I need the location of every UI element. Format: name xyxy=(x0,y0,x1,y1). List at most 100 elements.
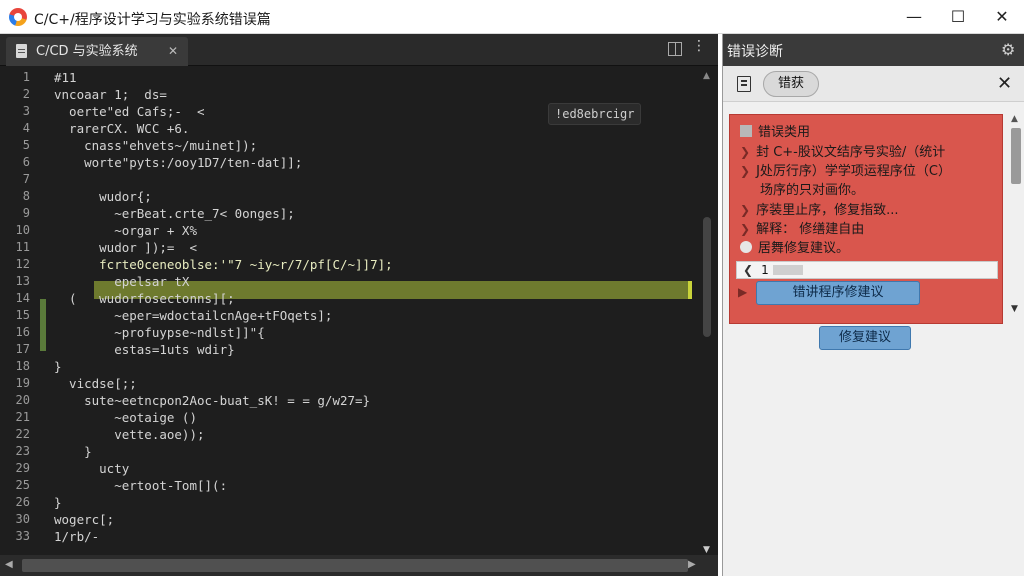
tab-errors[interactable]: 错获 xyxy=(763,71,819,97)
panel-title: 错误诊断 xyxy=(727,44,783,60)
line-number: 30 xyxy=(15,512,30,526)
hscroll-thumb[interactable] xyxy=(22,559,688,572)
error-line: ❯ 解释： 修缮建自由 xyxy=(740,222,865,237)
more-options-icon[interactable]: ⋮ xyxy=(692,38,706,54)
panel-close-icon[interactable]: ✕ xyxy=(997,73,1012,94)
line-number-input[interactable]: ❮ 1 xyxy=(736,261,998,279)
code-line: ucty xyxy=(54,461,130,476)
line-number: 10 xyxy=(15,223,30,237)
code-line: epelsar tX xyxy=(54,274,190,289)
code-line: wudor ]);= < xyxy=(54,240,197,255)
scroll-right-icon[interactable]: ▶ xyxy=(688,559,696,570)
code-line: estas=1uts wdir} xyxy=(54,342,235,357)
fix-suggestion-button[interactable]: 修复建议 xyxy=(819,326,911,350)
line-number: 12 xyxy=(15,257,30,271)
line-number: 29 xyxy=(15,461,30,475)
error-line: ❯ 序装里止序，修复指致... xyxy=(740,203,899,218)
checkbox-icon[interactable] xyxy=(740,125,752,137)
line-number: 7 xyxy=(22,172,30,186)
editor-tab-label: C/CD 与实验系统 xyxy=(36,44,138,59)
line-number: 17 xyxy=(15,342,30,356)
code-line: ~ertoot-Tom[](: xyxy=(54,478,228,493)
code-line: fcrte0ceneoblse:'"7 ~iy~r/7/pf[C/~]]7]; xyxy=(54,257,393,272)
scroll-up-icon[interactable]: ▲ xyxy=(1011,114,1018,124)
code-line: ( wudorfosectonns][; xyxy=(54,291,235,306)
scroll-down-icon[interactable]: ▼ xyxy=(703,545,710,555)
line-number: 14 xyxy=(15,291,30,305)
error-line: ❯ J处厉行序）学学项运程序位（C） xyxy=(740,164,951,179)
chevron-right-icon[interactable]: ❯ xyxy=(740,145,750,159)
error-details-box: 错误类用 ❯ 封 C+-股议文结序号实验/（统计 ❯ J处厉行序）学学项运程序位（C… xyxy=(729,114,1003,324)
line-number: 4 xyxy=(22,121,30,135)
scroll-thumb[interactable] xyxy=(703,217,711,337)
code-line: ~eotaige () xyxy=(54,410,197,425)
maximize-button[interactable]: ☐ xyxy=(936,0,980,34)
radio-icon[interactable] xyxy=(740,241,752,253)
line-number: 11 xyxy=(15,240,30,254)
close-icon: ✕ xyxy=(995,7,1009,26)
panel-tab-bar: 错获 ✕ xyxy=(723,66,1024,102)
explain-fix-button[interactable]: 错讲程序修建议 xyxy=(756,281,920,305)
code-area[interactable]: 1 2 3 4 5 6 7 8 9 10 11 12 13 14 15 16 17 18 19 20 21 22 23 29 2… xyxy=(0,67,718,561)
diagnostics-panel: 错误诊断 ⚙ 错获 ✕ 错误类用 ❯ 封 C+-股议文结序号实验/（统计 ❯ J处厉… xyxy=(722,34,1024,576)
line-number: 13 xyxy=(15,274,30,288)
scroll-down-icon[interactable]: ▼ xyxy=(1011,304,1018,314)
code-line: wudor{; xyxy=(54,189,152,204)
gear-icon[interactable]: ⚙ xyxy=(1001,40,1015,59)
document-icon[interactable] xyxy=(737,76,751,92)
scroll-up-icon[interactable]: ▲ xyxy=(703,71,710,81)
chevron-right-icon[interactable]: ❯ xyxy=(740,203,750,217)
code-line: ~orgar + X% xyxy=(54,223,197,238)
panel-header: 错误诊断 ⚙ xyxy=(723,34,1024,66)
line-number: 6 xyxy=(22,155,30,169)
line-number: 3 xyxy=(22,104,30,118)
line-number: 2 xyxy=(22,87,30,101)
line-number: 8 xyxy=(22,189,30,203)
chevron-left-icon[interactable]: ❮ xyxy=(743,263,753,277)
code-line: ~erBeat.crte_7< 0onges]; xyxy=(54,206,295,221)
change-marker xyxy=(40,299,46,351)
panel-scroll-thumb[interactable] xyxy=(1011,128,1021,184)
highlight-end-marker xyxy=(688,281,692,299)
line-number: 20 xyxy=(15,393,30,407)
code-line: vette.aoe)); xyxy=(54,427,205,442)
line-number: 33 xyxy=(15,529,30,543)
editor-vertical-scrollbar[interactable]: ▲ ▼ xyxy=(698,67,718,561)
chevron-right-icon[interactable]: ❯ xyxy=(740,164,750,178)
code-line: vncoaar 1; ds= xyxy=(54,87,167,102)
window-title: C/C+/程序设计学习与实验系统错误篇 xyxy=(34,12,271,28)
chevron-right-icon[interactable]: ❯ xyxy=(740,222,750,236)
tab-close-icon[interactable]: ✕ xyxy=(168,37,178,66)
code-line: vicdse[;; xyxy=(54,376,137,391)
code-line: ~profuypse~ndlst]]"{ xyxy=(54,325,265,340)
scroll-left-icon[interactable]: ◀ xyxy=(5,559,13,570)
title-bar: C/C+/程序设计学习与实验系统错误篇 — ☐ ✕ xyxy=(0,0,1024,34)
error-line: 居舞修复建议。 xyxy=(740,237,849,256)
minimize-button[interactable]: — xyxy=(892,0,936,34)
editor-horizontal-scrollbar[interactable]: ◀ ▶ xyxy=(0,555,718,576)
code-line: wogerc[; xyxy=(54,512,115,527)
code-line: } xyxy=(54,495,62,510)
code-line: oerte"ed Cafs;- < xyxy=(54,104,205,119)
line-number: 5 xyxy=(22,138,30,152)
line-number-gutter: 1 2 3 4 5 6 7 8 9 10 11 12 13 14 15 16 17 18 19 20 21 22 23 29 2… xyxy=(0,67,40,561)
line-number: 25 xyxy=(15,478,30,492)
file-icon xyxy=(16,44,27,58)
close-button[interactable]: ✕ xyxy=(980,0,1024,34)
split-editor-icon[interactable] xyxy=(668,42,682,56)
code-line: } xyxy=(54,359,62,374)
line-number: 19 xyxy=(15,376,30,390)
code-editor: C/CD 与实验系统 ✕ ⋮ 1 2 3 4 5 6 7 8 9 10 11 12 13 14 15 16 17… xyxy=(0,34,718,576)
code-line: sute~eetncpon2Aoc-buat_sK! = = g/w27=} xyxy=(54,393,371,408)
code-line: #11 xyxy=(54,70,77,85)
app-logo-icon xyxy=(9,8,27,26)
maximize-icon: ☐ xyxy=(950,7,966,26)
code-line: ~eper=wdoctailcnAge+tFOqets]; xyxy=(54,308,333,323)
chevron-right-icon[interactable]: ▶ xyxy=(738,285,747,299)
code-line: 1/rb/- xyxy=(54,529,100,544)
line-number: 22 xyxy=(15,427,30,441)
error-line: ❯ 封 C+-股议文结序号实验/（统计 xyxy=(740,145,946,160)
panel-scrollbar[interactable]: ▲ ▼ xyxy=(1009,114,1023,324)
line-number: 15 xyxy=(15,308,30,322)
editor-tab[interactable]: C/CD 与实验系统 ✕ xyxy=(6,37,188,66)
